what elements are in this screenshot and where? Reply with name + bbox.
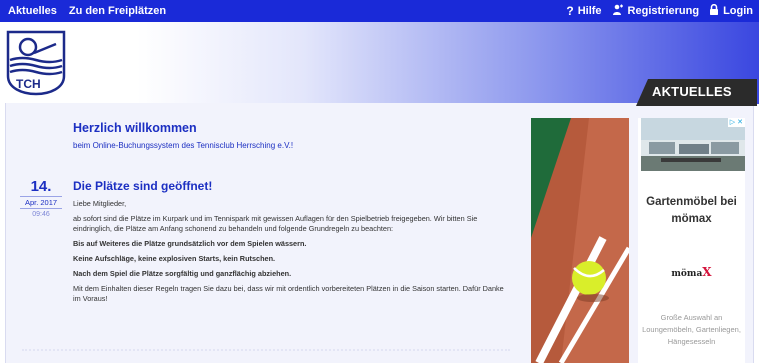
nav-freiplaetze[interactable]: Zu den Freiplätzen: [69, 5, 166, 17]
logo-text: TCH: [16, 77, 41, 91]
login-link[interactable]: Login: [709, 3, 753, 18]
post-month-year: Apr. 2017: [20, 196, 62, 209]
divider: [22, 349, 510, 353]
nav-aktuelles[interactable]: Aktuelles: [8, 5, 57, 17]
post-rule: Bis auf Weiteres die Plätze grundsätzlic…: [73, 239, 307, 248]
post-rule: Keine Aufschläge, keine explosiven Start…: [73, 254, 276, 263]
post-body: Liebe Mitglieder, ab sofort sind die Plä…: [73, 199, 513, 309]
welcome-title: Herzlich willkommen: [73, 121, 197, 135]
ad-brand-logo[interactable]: mömaX: [638, 265, 745, 279]
post-title[interactable]: Die Plätze sind geöffnet!: [73, 179, 212, 193]
register-label: Registrierung: [627, 5, 700, 17]
post-day: 14.: [30, 178, 52, 195]
ad-choices-icon[interactable]: ▷ ✕: [727, 118, 745, 127]
post-time: 09:46: [32, 211, 50, 218]
section-tab-aktuelles: AKTUELLES: [636, 79, 757, 106]
club-logo[interactable]: TCH: [6, 30, 66, 96]
ad-description[interactable]: Große Auswahl an Loungemöbeln, Gartenlie…: [638, 312, 745, 348]
welcome-subtitle: beim Online-Buchungssystem des Tennisclu…: [73, 141, 294, 150]
section-tab-label: AKTUELLES: [652, 84, 732, 99]
help-link[interactable]: ? Hilfe: [566, 4, 601, 18]
post-date: 14. Apr. 2017 09:46: [20, 178, 62, 218]
add-user-icon: [612, 4, 624, 18]
tennis-court-image: [531, 118, 629, 363]
post-paragraph: Liebe Mitglieder,: [73, 199, 127, 208]
register-link[interactable]: Registrierung: [612, 4, 700, 18]
help-label: Hilfe: [577, 5, 602, 17]
top-navigation-bar: Aktuelles Zu den Freiplätzen ? Hilfe Reg…: [0, 0, 759, 22]
post-paragraph: ab sofort sind die Plätze im Kurpark und…: [73, 214, 478, 233]
ad-brand-prefix: möma: [671, 269, 703, 279]
question-icon: ?: [566, 4, 574, 18]
lock-icon: [709, 3, 719, 18]
user-menu: ? Hilfe Registrierung Login: [556, 3, 753, 18]
ad-thumbnail[interactable]: ▷ ✕: [641, 118, 745, 171]
login-label: Login: [723, 5, 753, 17]
post-rule: Nach dem Spiel die Plätze sorgfältig und…: [73, 269, 292, 278]
post-paragraph: Mit dem Einhalten dieser Regeln tragen S…: [73, 284, 504, 303]
ad-headline[interactable]: Gartenmöbel bei mömax: [638, 194, 745, 228]
advertisement[interactable]: ▷ ✕ Gartenmöbel bei mömax mömaX Große Au…: [638, 118, 745, 363]
ad-brand-x: X: [702, 265, 712, 279]
